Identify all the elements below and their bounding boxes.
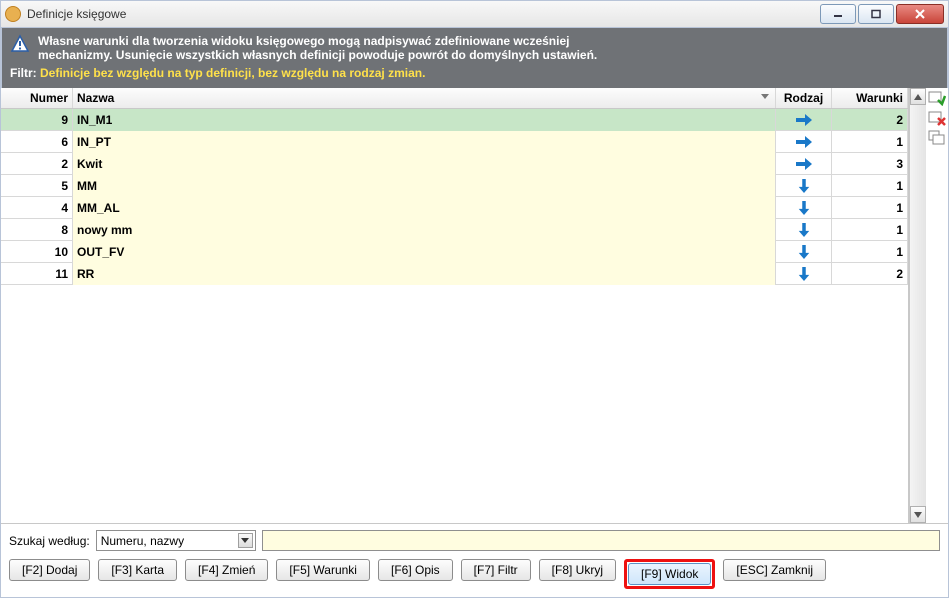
conditions-button[interactable]: [F5] Warunki <box>276 559 370 581</box>
cell-numer: 11 <box>1 263 73 285</box>
cell-rodzaj <box>776 153 832 175</box>
edit-button[interactable]: [F4] Zmień <box>185 559 268 581</box>
col-header-nazwa[interactable]: Nazwa <box>73 88 776 108</box>
cell-warunki: 1 <box>832 175 908 197</box>
cell-rodzaj <box>776 241 832 263</box>
window-content: Własne warunki dla tworzenia widoku księ… <box>0 28 949 598</box>
cell-rodzaj <box>776 197 832 219</box>
add-button[interactable]: [F2] Dodaj <box>9 559 90 581</box>
grid-area: Numer Nazwa Rodzaj Warunki 9IN_M126IN_PT… <box>1 88 948 523</box>
cell-nazwa: OUT_FV <box>73 241 776 263</box>
cell-numer: 4 <box>1 197 73 219</box>
cell-nazwa: IN_M1 <box>73 109 776 131</box>
card-button[interactable]: [F3] Karta <box>98 559 177 581</box>
window-buttons <box>820 4 944 24</box>
cell-nazwa: IN_PT <box>73 131 776 153</box>
scroll-down-button[interactable] <box>910 506 926 523</box>
description-button[interactable]: [F6] Opis <box>378 559 453 581</box>
close-button[interactable] <box>896 4 944 24</box>
cell-numer: 10 <box>1 241 73 263</box>
cell-numer: 8 <box>1 219 73 241</box>
table-row[interactable]: 8nowy mm 1 <box>1 219 908 241</box>
cell-numer: 2 <box>1 153 73 175</box>
col-header-nazwa-label: Nazwa <box>77 91 114 105</box>
banner-line2: mechanizmy. Usunięcie wszystkich własnyc… <box>38 48 597 62</box>
cell-warunki: 2 <box>832 109 908 131</box>
cell-rodzaj <box>776 263 832 285</box>
cell-nazwa: Kwit <box>73 153 776 175</box>
search-input[interactable] <box>262 530 940 551</box>
col-header-warunki[interactable]: Warunki <box>832 88 908 108</box>
sort-indicator-icon <box>761 94 769 99</box>
chevron-down-icon <box>238 533 253 548</box>
cell-nazwa: MM_AL <box>73 197 776 219</box>
scroll-up-button[interactable] <box>910 88 926 105</box>
info-banner: Własne warunki dla tworzenia widoku księ… <box>1 28 948 88</box>
table-row[interactable]: 4MM_AL 1 <box>1 197 908 219</box>
banner-filter: Filtr: Definicje bez względu na typ defi… <box>10 66 939 80</box>
minimize-button[interactable] <box>820 4 856 24</box>
cell-warunki: 1 <box>832 197 908 219</box>
filter-label: Filtr: <box>10 66 37 80</box>
table-row[interactable]: 6IN_PT 1 <box>1 131 908 153</box>
scroll-track[interactable] <box>910 105 926 506</box>
grid-header: Numer Nazwa Rodzaj Warunki <box>1 88 908 109</box>
banner-line1: Własne warunki dla tworzenia widoku księ… <box>38 34 569 48</box>
col-header-numer[interactable]: Numer <box>1 88 73 108</box>
table-row[interactable]: 5MM 1 <box>1 175 908 197</box>
title-bar: Definicje księgowe <box>0 0 949 28</box>
filter-value: Definicje bez względu na typ definicji, … <box>40 66 425 80</box>
cell-numer: 5 <box>1 175 73 197</box>
cell-rodzaj <box>776 109 832 131</box>
col-header-rodzaj[interactable]: Rodzaj <box>776 88 832 108</box>
cell-warunki: 1 <box>832 241 908 263</box>
cell-nazwa: nowy mm <box>73 219 776 241</box>
button-row: [F2] Dodaj [F3] Karta [F4] Zmień [F5] Wa… <box>9 559 940 589</box>
search-label: Szukaj według: <box>9 534 90 548</box>
cell-warunki: 1 <box>832 131 908 153</box>
cell-warunki: 1 <box>832 219 908 241</box>
maximize-button[interactable] <box>858 4 894 24</box>
side-tool-check-icon[interactable] <box>928 90 946 106</box>
side-toolbar <box>926 88 948 523</box>
table-row[interactable]: 2Kwit 3 <box>1 153 908 175</box>
cell-rodzaj <box>776 131 832 153</box>
warning-icon <box>10 34 30 54</box>
cell-rodzaj <box>776 219 832 241</box>
vertical-scrollbar[interactable] <box>909 88 926 523</box>
grid: Numer Nazwa Rodzaj Warunki 9IN_M126IN_PT… <box>1 88 909 523</box>
cell-warunki: 2 <box>832 263 908 285</box>
cell-numer: 6 <box>1 131 73 153</box>
window-title: Definicje księgowe <box>27 7 820 21</box>
hide-button[interactable]: [F8] Ukryj <box>539 559 616 581</box>
cell-rodzaj <box>776 175 832 197</box>
cell-nazwa: RR <box>73 263 776 285</box>
close-dialog-button[interactable]: [ESC] Zamknij <box>723 559 826 581</box>
filter-button[interactable]: [F7] Filtr <box>461 559 531 581</box>
table-row[interactable]: 9IN_M1 2 <box>1 109 908 131</box>
cell-numer: 9 <box>1 109 73 131</box>
table-row[interactable]: 11RR 2 <box>1 263 908 285</box>
side-tool-copy-icon[interactable] <box>928 130 946 146</box>
cell-nazwa: MM <box>73 175 776 197</box>
search-mode-value: Numeru, nazwy <box>101 534 184 548</box>
view-button-highlight: [F9] Widok <box>624 559 715 589</box>
cell-warunki: 3 <box>832 153 908 175</box>
search-row: Szukaj według: Numeru, nazwy <box>9 530 940 551</box>
side-tool-delete-icon[interactable] <box>928 110 946 126</box>
view-button[interactable]: [F9] Widok <box>628 563 711 585</box>
app-icon <box>5 6 21 22</box>
table-row[interactable]: 10OUT_FV 1 <box>1 241 908 263</box>
grid-body: 9IN_M126IN_PT12Kwit35MM14MM_AL18nowy mm1… <box>1 109 908 523</box>
banner-text: Własne warunki dla tworzenia widoku księ… <box>38 34 597 62</box>
search-mode-combo[interactable]: Numeru, nazwy <box>96 530 256 551</box>
bottom-panel: Szukaj według: Numeru, nazwy [F2] Dodaj … <box>1 523 948 597</box>
